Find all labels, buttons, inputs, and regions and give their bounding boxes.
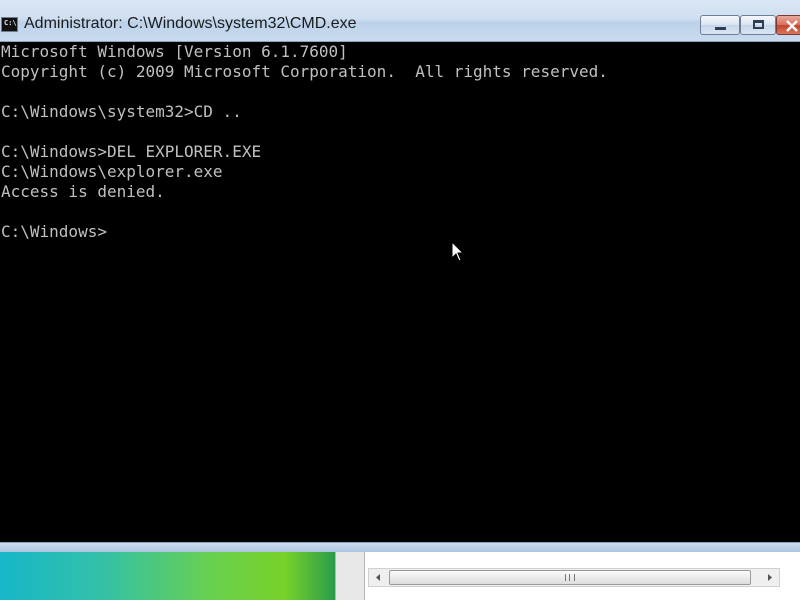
maximize-icon: [753, 20, 764, 29]
minimize-icon: [715, 27, 726, 30]
console-output[interactable]: Microsoft Windows [Version 6.1.7600] Cop…: [0, 42, 800, 542]
background-window-edge: [335, 552, 365, 600]
console-line-9: [0, 202, 800, 222]
close-button[interactable]: [776, 15, 800, 35]
console-line-4: C:\Windows\system32>CD ..: [1, 102, 242, 121]
scroll-grip-icon: [565, 574, 575, 581]
console-line-2: Copyright (c) 2009 Microsoft Corporation…: [1, 62, 608, 81]
scroll-left-arrow-icon[interactable]: [371, 571, 385, 584]
window-title: Administrator: C:\Windows\system32\CMD.e…: [24, 15, 357, 32]
scroll-right-arrow-icon[interactable]: [763, 571, 777, 584]
console-prompt[interactable]: C:\Windows>: [0, 222, 800, 242]
window-bottom-frame: [0, 542, 800, 552]
maximize-button[interactable]: [740, 15, 776, 35]
cmd-icon[interactable]: C:\: [1, 17, 18, 32]
horizontal-scrollbar[interactable]: [368, 568, 780, 587]
cmd-window: C:\ Administrator: C:\Windows\system32\C…: [0, 0, 800, 600]
console-line-5: [0, 122, 800, 142]
close-icon: [786, 20, 798, 32]
title-bar[interactable]: C:\ Administrator: C:\Windows\system32\C…: [0, 0, 800, 42]
console-line-3: [0, 82, 800, 102]
cmd-icon-text: C:\: [4, 19, 17, 27]
console-line-6: C:\Windows>DEL EXPLORER.EXE: [1, 142, 262, 161]
console-line-1: Microsoft Windows [Version 6.1.7600]: [1, 42, 348, 61]
console-line-8: Access is denied.: [1, 182, 165, 201]
arrow-cursor-icon: [451, 241, 465, 262]
desktop-background-strip: [0, 552, 335, 600]
console-line-7: C:\Windows\explorer.exe: [1, 162, 223, 181]
scroll-thumb[interactable]: [389, 570, 751, 585]
minimize-button[interactable]: [700, 15, 740, 35]
